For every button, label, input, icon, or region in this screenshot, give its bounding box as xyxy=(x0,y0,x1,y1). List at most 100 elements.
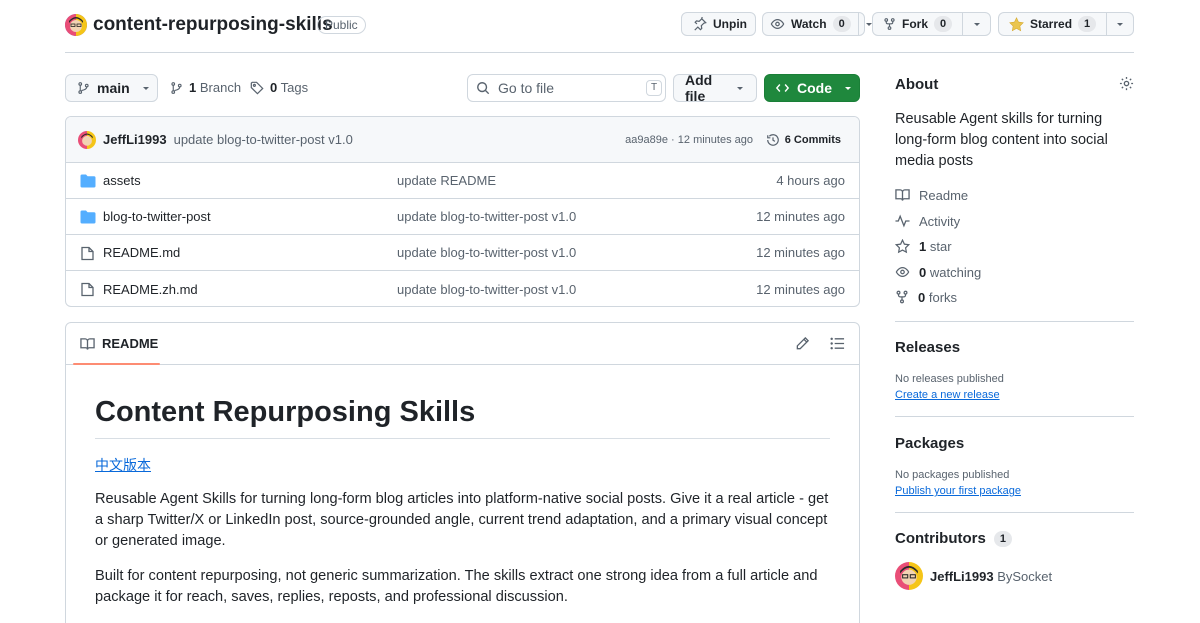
file-name[interactable]: README.md xyxy=(103,245,180,260)
caret-down-icon xyxy=(843,83,853,93)
chinese-version-link[interactable]: 中文版本 xyxy=(95,455,151,475)
pulse-icon xyxy=(895,214,910,228)
file-commit-date: 12 minutes ago xyxy=(756,281,845,297)
visibility-badge: Public xyxy=(317,16,366,34)
stars-count: 1 xyxy=(919,238,927,254)
activity-link[interactable]: Activity xyxy=(895,211,1134,231)
watch-button[interactable]: Watch 0 xyxy=(763,13,858,35)
add-file-label: Add file xyxy=(685,72,713,104)
go-to-file-input[interactable] xyxy=(498,80,638,96)
unpin-label: Unpin xyxy=(713,17,747,31)
go-to-file-search[interactable]: T xyxy=(467,74,666,102)
forks-label: forks xyxy=(928,289,958,305)
contributors-heading[interactable]: Contributors xyxy=(895,530,986,547)
readme-paragraph: Reusable Agent Skills for turning long-f… xyxy=(95,491,829,549)
contributor-entry[interactable]: JeffLi1993 BySocket xyxy=(930,569,1052,584)
unpin-button[interactable]: Unpin xyxy=(681,12,756,36)
file-row[interactable]: README.md update blog-to-twitter-post v1… xyxy=(66,235,859,271)
active-tab-indicator xyxy=(73,363,160,365)
repo-owner-avatar[interactable] xyxy=(65,14,87,36)
file-icon xyxy=(81,282,94,297)
forks-link[interactable]: 0 forks xyxy=(895,287,1134,307)
fork-dropdown[interactable] xyxy=(962,13,991,35)
watch-button-group[interactable]: Watch 0 xyxy=(762,12,872,36)
packages-heading[interactable]: Packages xyxy=(895,435,1134,452)
readme-tab[interactable]: README xyxy=(80,336,158,351)
star-icon xyxy=(895,238,910,254)
publish-package-link[interactable]: Publish your first package xyxy=(895,485,1021,497)
commit-message[interactable]: update blog-to-twitter-post v1.0 xyxy=(174,132,353,147)
search-icon xyxy=(476,81,490,95)
fork-icon xyxy=(883,17,896,31)
code-button[interactable]: Code xyxy=(764,74,860,102)
file-commit-message[interactable]: update blog-to-twitter-post v1.0 xyxy=(397,245,576,260)
branch-name: main xyxy=(97,80,130,96)
outline-list-icon[interactable] xyxy=(830,336,845,351)
releases-heading[interactable]: Releases xyxy=(895,339,1134,356)
watchers-link[interactable]: 0 watching xyxy=(895,262,1134,282)
tag-label: Tags xyxy=(280,80,309,95)
history-icon xyxy=(766,133,780,147)
about-heading: About xyxy=(895,76,939,93)
contributor-username: JeffLi1993 xyxy=(930,569,994,584)
star-count: 1 xyxy=(1078,16,1097,32)
tags-link[interactable]: 0 Tags xyxy=(250,80,308,95)
pencil-icon[interactable] xyxy=(795,336,810,351)
file-row[interactable]: assets update README 4 hours ago xyxy=(66,163,859,199)
header-divider xyxy=(65,52,1134,53)
readme-title: Content Repurposing Skills xyxy=(95,395,830,439)
commit-author-avatar[interactable] xyxy=(78,130,96,149)
branches-link[interactable]: 1 Branch xyxy=(170,80,241,95)
readme-link[interactable]: Readme xyxy=(895,185,1134,205)
file-commit-message[interactable]: update blog-to-twitter-post v1.0 xyxy=(397,209,576,224)
caret-down-icon xyxy=(972,19,982,29)
readme-header: README xyxy=(66,323,859,365)
readme-panel: README Content Repurposing Skills 中文版本 R… xyxy=(65,322,860,623)
file-row[interactable]: blog-to-twitter-post update blog-to-twit… xyxy=(66,199,859,235)
branch-selector[interactable]: main xyxy=(65,74,158,102)
folder-icon xyxy=(80,174,96,188)
activity-label: Activity xyxy=(919,213,961,229)
file-browser: JeffLi1993 update blog-to-twitter-post v… xyxy=(65,116,860,307)
commits-history-link[interactable]: 6 Commits xyxy=(766,133,841,147)
readme-link-label: Readme xyxy=(919,187,969,203)
contributor-avatar[interactable] xyxy=(895,562,923,590)
create-release-link[interactable]: Create a new release xyxy=(895,389,1000,401)
sidebar-divider xyxy=(895,416,1134,417)
commit-hash-time[interactable]: aa9a89e · 12 minutes ago xyxy=(625,134,753,146)
fork-button-group[interactable]: Fork 0 xyxy=(872,12,991,36)
file-name[interactable]: assets xyxy=(103,173,141,188)
watching-count: 0 xyxy=(919,264,927,280)
readme-tab-label: README xyxy=(102,336,159,351)
watching-label: watching xyxy=(929,264,982,280)
branch-icon xyxy=(77,81,90,95)
file-commit-message[interactable]: update blog-to-twitter-post v1.0 xyxy=(397,282,576,297)
commit-author[interactable]: JeffLi1993 xyxy=(103,132,167,147)
readme-content: Content Repurposing Skills 中文版本 Reusable… xyxy=(66,395,859,608)
add-file-button[interactable]: Add file xyxy=(673,72,757,104)
file-name[interactable]: README.zh.md xyxy=(103,282,198,297)
file-commit-message[interactable]: update README xyxy=(397,173,496,188)
gear-icon[interactable] xyxy=(1119,76,1134,91)
fork-button[interactable]: Fork 0 xyxy=(873,13,962,35)
branch-count: 1 xyxy=(189,80,197,95)
star-dropdown[interactable] xyxy=(1106,13,1133,35)
contributors-header: Contributors 1 xyxy=(895,530,1134,547)
repo-name[interactable]: content-repurposing-skills xyxy=(93,13,333,37)
tag-count: 0 xyxy=(270,80,278,95)
file-commit-date: 4 hours ago xyxy=(776,173,845,188)
file-name[interactable]: blog-to-twitter-post xyxy=(103,209,211,224)
contributors-count: 1 xyxy=(993,530,1012,547)
book-icon xyxy=(80,337,95,351)
starred-button[interactable]: Starred 1 xyxy=(999,13,1106,35)
file-commit-date: 12 minutes ago xyxy=(756,245,845,260)
star-button-group[interactable]: Starred 1 xyxy=(998,12,1134,36)
sidebar-divider xyxy=(895,321,1134,322)
watch-label: Watch xyxy=(791,17,827,31)
tag-icon xyxy=(250,81,264,95)
sidebar-divider xyxy=(895,512,1134,513)
file-commit-date: 12 minutes ago xyxy=(756,209,845,224)
stars-link[interactable]: 1 star xyxy=(895,236,1134,256)
file-row[interactable]: README.zh.md update blog-to-twitter-post… xyxy=(66,271,859,306)
latest-commit-bar: JeffLi1993 update blog-to-twitter-post v… xyxy=(66,117,859,163)
